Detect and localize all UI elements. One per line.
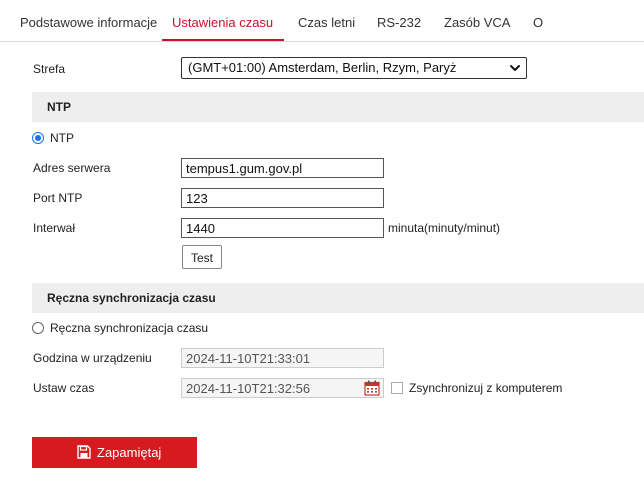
calendar-icon[interactable] — [364, 380, 380, 396]
tab-dst[interactable]: Czas letni — [298, 15, 355, 30]
chevron-down-icon — [510, 65, 520, 71]
tab-bar: Podstawowe informacje Ustawienia czasu C… — [0, 0, 644, 42]
ntp-radio[interactable] — [32, 132, 44, 144]
set-time-value: 2024-11-10T21:32:56 — [186, 381, 311, 396]
timezone-selected-value: (GMT+01:00) Amsterdam, Berlin, Rzym, Par… — [188, 60, 457, 75]
ntp-section-header: NTP — [32, 92, 644, 122]
interval-input[interactable]: 1440 — [181, 218, 384, 238]
test-button[interactable]: Test — [182, 245, 222, 269]
device-time-label: Godzina w urządzeniu — [33, 351, 152, 365]
server-address-label: Adres serwera — [33, 161, 111, 175]
active-tab-indicator — [162, 39, 284, 41]
save-button-label: Zapamiętaj — [97, 445, 162, 460]
ntp-section-title: NTP — [47, 100, 71, 114]
tab-vca-resource[interactable]: Zasób VCA — [444, 15, 510, 30]
sync-with-computer-checkbox[interactable] — [391, 382, 403, 394]
tab-time-settings[interactable]: Ustawienia czasu — [172, 15, 273, 30]
tab-basic-info[interactable]: Podstawowe informacje — [20, 15, 157, 30]
save-button[interactable]: Zapamiętaj — [32, 437, 197, 468]
interval-unit: minuta(minuty/minut) — [388, 221, 501, 235]
server-address-input[interactable]: tempus1.gum.gov.pl — [181, 158, 384, 178]
tab-about[interactable]: O — [533, 15, 543, 30]
ntp-port-label: Port NTP — [33, 191, 83, 205]
tab-rs232[interactable]: RS-232 — [377, 15, 421, 30]
manual-sync-radio[interactable] — [32, 322, 44, 334]
manual-sync-radio-label: Ręczna synchronizacja czasu — [50, 321, 209, 335]
interval-label: Interwał — [33, 221, 76, 235]
sync-with-computer-label: Zsynchronizuj z komputerem — [409, 381, 563, 395]
manual-sync-section-title: Ręczna synchronizacja czasu — [47, 291, 216, 305]
ntp-radio-label: NTP — [50, 131, 74, 145]
ntp-port-input[interactable]: 123 — [181, 188, 384, 208]
set-time-input[interactable]: 2024-11-10T21:32:56 — [181, 378, 384, 398]
timezone-label: Strefa — [33, 62, 66, 76]
device-time-input: 2024-11-10T21:33:01 — [181, 348, 384, 368]
save-icon — [77, 445, 91, 459]
manual-sync-section-header: Ręczna synchronizacja czasu — [32, 283, 644, 313]
set-time-label: Ustaw czas — [33, 381, 95, 395]
timezone-select[interactable]: (GMT+01:00) Amsterdam, Berlin, Rzym, Par… — [181, 57, 527, 79]
